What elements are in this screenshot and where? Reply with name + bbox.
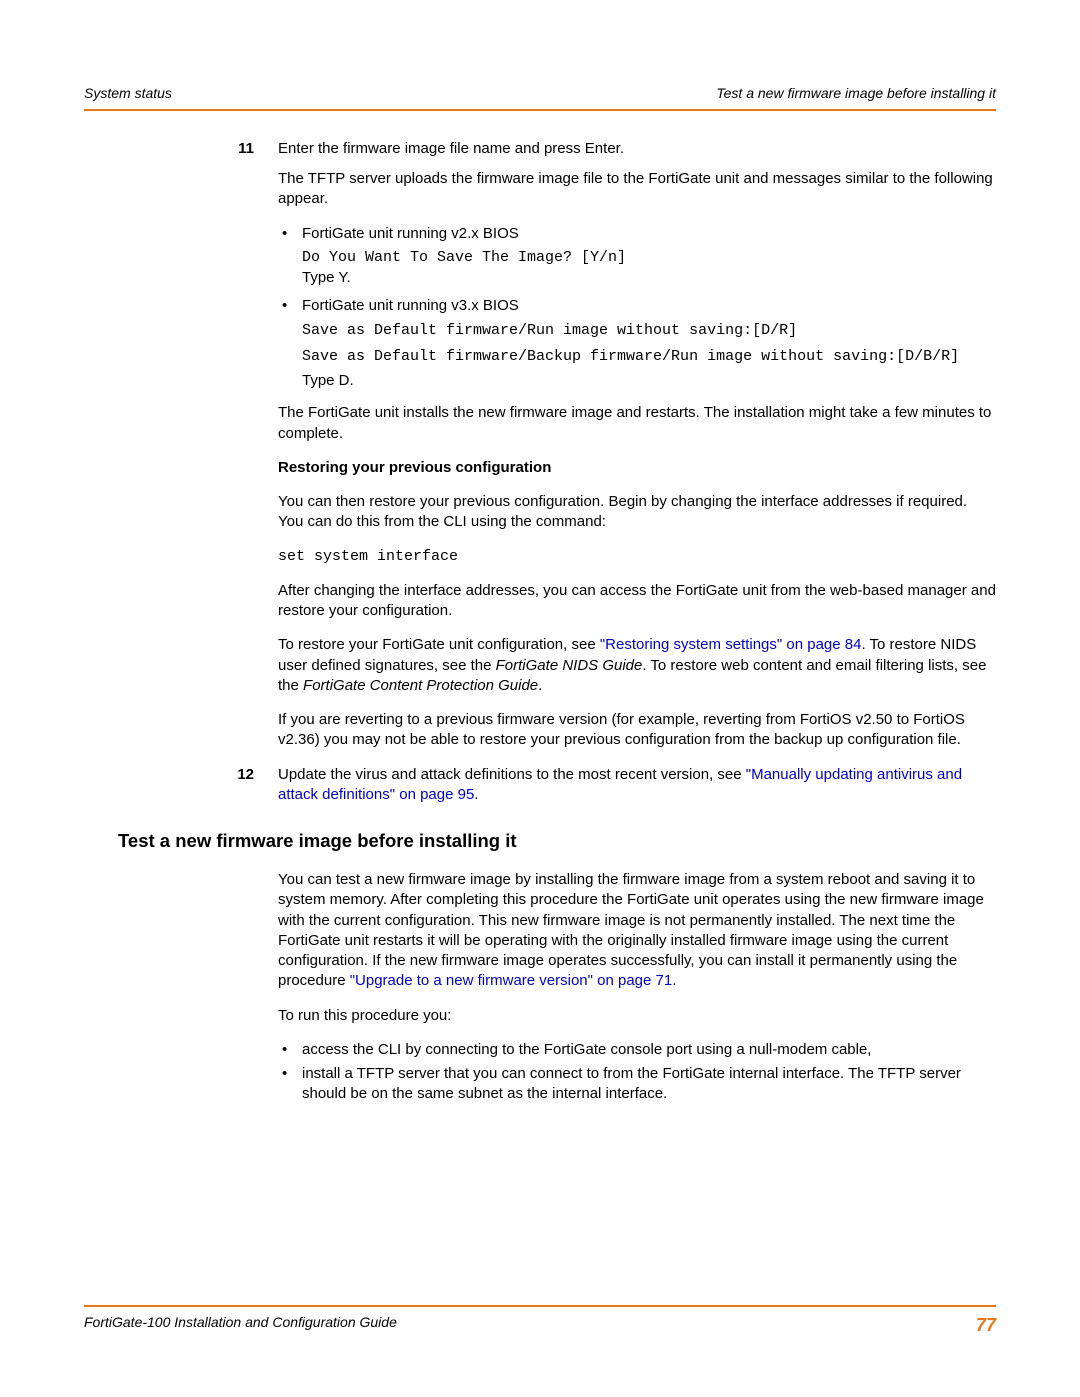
step-body: Enter the firmware image file name and p…	[278, 139, 996, 159]
paragraph: After changing the interface addresses, …	[278, 581, 996, 622]
section-heading-block: Test a new firmware image before install…	[118, 829, 996, 854]
command: set system interface	[278, 547, 996, 567]
list-item: FortiGate unit running v2.x BIOS Do You …	[278, 224, 996, 289]
console-output: Save as Default firmware/Backup firmware…	[302, 347, 996, 367]
bios-list: FortiGate unit running v2.x BIOS Do You …	[278, 224, 996, 392]
section-body: You can test a new firmware image by ins…	[278, 870, 996, 1105]
step-number: 12	[84, 765, 278, 806]
step-11-details: The TFTP server uploads the firmware ima…	[278, 169, 996, 751]
header-left: System status	[84, 84, 172, 103]
step-12: 12 Update the virus and attack definitio…	[84, 765, 996, 806]
content-area: 11 Enter the firmware image file name an…	[84, 139, 996, 1285]
step-11: 11 Enter the firmware image file name an…	[84, 139, 996, 159]
list-item: access the CLI by connecting to the Fort…	[278, 1040, 996, 1060]
text: .	[474, 786, 478, 803]
section-title: Test a new firmware image before install…	[118, 829, 996, 854]
instruction: Type D.	[302, 371, 996, 391]
guide-title: FortiGate Content Protection Guide	[303, 677, 538, 694]
cross-reference-link[interactable]: "Upgrade to a new firmware version" on p…	[350, 972, 673, 989]
bullet-text: FortiGate unit running v2.x BIOS	[302, 225, 519, 242]
step-number: 11	[84, 139, 278, 159]
sub-block: Do You Want To Save The Image? [Y/n] Typ…	[302, 248, 996, 289]
console-output: Do You Want To Save The Image? [Y/n]	[302, 248, 996, 268]
procedure-list: access the CLI by connecting to the Fort…	[278, 1040, 996, 1105]
paragraph: You can then restore your previous confi…	[278, 492, 996, 533]
header-rule	[84, 109, 996, 111]
running-footer: FortiGate-100 Installation and Configura…	[84, 1313, 996, 1337]
paragraph: The TFTP server uploads the firmware ima…	[278, 169, 996, 210]
paragraph-with-link: You can test a new firmware image by ins…	[278, 870, 996, 992]
step-body: Update the virus and attack definitions …	[278, 765, 996, 806]
text: .	[538, 677, 542, 694]
paragraph: If you are reverting to a previous firmw…	[278, 710, 996, 751]
cross-reference-link[interactable]: "Restoring system settings" on page 84	[600, 636, 862, 653]
paragraph: The FortiGate unit installs the new firm…	[278, 403, 996, 444]
header-right: Test a new firmware image before install…	[716, 84, 996, 103]
footer-left: FortiGate-100 Installation and Configura…	[84, 1313, 397, 1337]
page: System status Test a new firmware image …	[0, 0, 1080, 1397]
bullet-text: FortiGate unit running v3.x BIOS	[302, 297, 519, 314]
list-item: FortiGate unit running v3.x BIOS Save as…	[278, 296, 996, 391]
guide-title: FortiGate NIDS Guide	[496, 657, 643, 674]
text: Update the virus and attack definitions …	[278, 766, 746, 783]
bullet-text: access the CLI by connecting to the Fort…	[302, 1041, 871, 1058]
console-output: Save as Default firmware/Run image witho…	[302, 321, 996, 341]
bullet-text: install a TFTP server that you can conne…	[302, 1065, 961, 1102]
page-number: 77	[976, 1313, 996, 1337]
list-item: install a TFTP server that you can conne…	[278, 1064, 996, 1105]
paragraph: To run this procedure you:	[278, 1006, 996, 1026]
paragraph-with-link: To restore your FortiGate unit configura…	[278, 635, 996, 696]
text: To restore your FortiGate unit configura…	[278, 636, 600, 653]
text: .	[672, 972, 676, 989]
step-intro: Enter the firmware image file name and p…	[278, 140, 624, 157]
running-header: System status Test a new firmware image …	[84, 84, 996, 103]
instruction: Type Y.	[302, 268, 996, 288]
sub-heading: Restoring your previous configuration	[278, 458, 996, 478]
footer-rule	[84, 1305, 996, 1307]
sub-block: Save as Default firmware/Run image witho…	[302, 321, 996, 392]
